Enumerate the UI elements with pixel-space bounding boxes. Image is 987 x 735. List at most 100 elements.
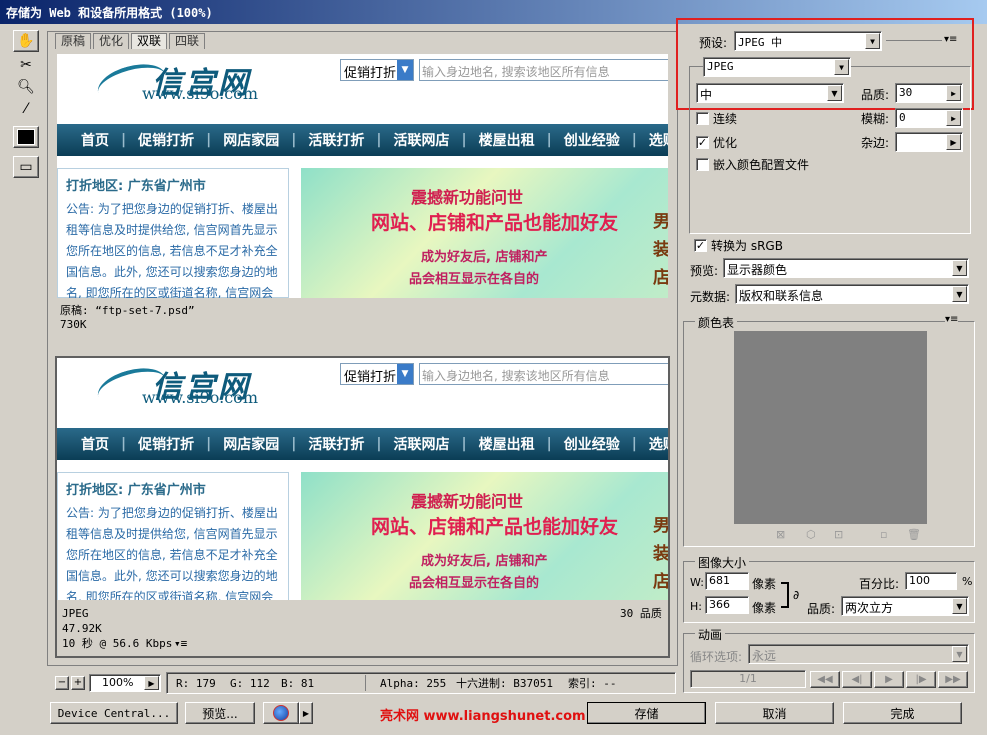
chevron-down-icon: ▼ — [834, 59, 849, 75]
nav-item: 首页 — [81, 437, 109, 453]
resample-quality-select[interactable]: 两次立方 ▼ — [841, 596, 969, 616]
banner-vertical-text: 男装店 — [653, 516, 668, 592]
embed-profile-label: 嵌入颜色配置文件 — [713, 158, 810, 172]
convert-srgb-checkbox[interactable]: ✓ — [694, 239, 707, 252]
last-frame-icon[interactable]: ▶▶ — [938, 671, 968, 688]
status-divider — [365, 675, 366, 691]
banner-line-1: 震撼新功能问世 — [411, 492, 524, 511]
nav-divider: | — [461, 132, 467, 148]
hand-tool-icon[interactable]: ✋ — [13, 30, 39, 52]
progressive-label: 连续 — [713, 112, 738, 126]
resample-quality-value: 两次立方 — [845, 601, 894, 615]
color-table-title: 颜色表 — [695, 314, 738, 331]
chevron-right-icon: ▶ — [144, 676, 159, 690]
play-icon[interactable]: ▶ — [874, 671, 904, 688]
site-sidebar: 打折地区: 广东省广州市 公告: 为了把您身边的促销打折、楼屋出租等信息及时提供… — [57, 472, 289, 600]
preview-value: 显示器颜色 — [727, 263, 788, 277]
quality-input[interactable]: 30 ▶ — [895, 83, 963, 103]
preset-select[interactable]: JPEG 中 ▼ — [734, 31, 882, 51]
zoom-tool-icon[interactable]: 🔍︎ — [13, 76, 39, 98]
site-banner: 震撼新功能问世 网站、店铺和产品也能加好友 成为好友后, 店铺和产 品会相互显示… — [301, 472, 668, 600]
site-nav: 首页 | 促销打折 | 网店家园 | 活联打折 | 活联网店 | 楼屋出租 | 创业经验 | … — [57, 124, 668, 156]
site-category-select: 促销打折 ▼ — [340, 363, 414, 385]
preview-pane-optimized[interactable]: 信宫网 www.si9o.com 促销打折 ▼ 输入身边地名, 搜索该地区所有信息… — [57, 358, 668, 600]
watermark-text: 亮术网 www.liangshunet.com — [380, 709, 586, 724]
eyedropper-tool-icon[interactable]: ⁄ — [13, 98, 39, 120]
zoom-out-button[interactable]: − — [55, 676, 69, 690]
trash-icon[interactable]: 🗑︎ — [907, 528, 921, 541]
zoom-in-button[interactable]: + — [71, 676, 85, 690]
cancel-button[interactable]: 取消 — [715, 702, 834, 724]
save-button[interactable]: 存储 — [587, 702, 706, 724]
height-input[interactable]: 366 — [705, 596, 749, 614]
matte-select[interactable]: ▶ — [895, 132, 963, 152]
nav-item: 选购常识 — [648, 133, 668, 149]
progressive-checkbox[interactable] — [696, 112, 709, 125]
quality-level-value: 中 — [700, 88, 713, 102]
preview-button[interactable]: 预览... — [185, 702, 255, 724]
banner-line-3: 成为好友后, 店铺和产 — [421, 250, 548, 265]
prev-frame-icon[interactable]: ◀| — [842, 671, 872, 688]
preview-select[interactable]: 显示器颜色 ▼ — [723, 258, 969, 278]
height-unit: 像素 — [752, 601, 777, 615]
next-frame-icon[interactable]: |▶ — [906, 671, 936, 688]
web-snap-icon[interactable]: ⬡ — [806, 528, 816, 541]
nav-item: 活联网店 — [393, 437, 450, 453]
map-transparent-icon[interactable]: ⊠ — [776, 528, 785, 541]
embed-profile-checkbox[interactable] — [696, 158, 709, 171]
width-input[interactable]: 681 — [705, 572, 749, 590]
site-category-select: 促销打折 ▼ — [340, 59, 414, 81]
first-frame-icon[interactable]: ◀◀ — [810, 671, 840, 688]
blur-input[interactable]: 0 ▶ — [895, 108, 963, 128]
optimized-label: 优化 — [713, 136, 738, 150]
loop-select[interactable]: 永远 ▼ — [748, 644, 969, 664]
status-hex: 十六进制: B37051 — [456, 677, 553, 690]
banner-line-2: 网站、店铺和产品也能加好友 — [371, 516, 619, 538]
optimize-menu-icon[interactable]: ▾≡ — [944, 34, 957, 45]
chevron-right-icon: ▶ — [946, 110, 961, 126]
color-table-menu-icon[interactable]: ▾≡ — [945, 314, 959, 325]
site-category-label: 促销打折 — [344, 66, 397, 81]
device-central-button[interactable]: Device Central... — [50, 702, 178, 724]
metadata-select[interactable]: 版权和联系信息 ▼ — [735, 284, 969, 304]
banner-line-1: 震撼新功能问世 — [411, 188, 524, 207]
download-time-menu-icon[interactable]: ▾≡ — [174, 637, 187, 650]
nav-divider: | — [291, 436, 297, 452]
link-icon[interactable]: ∂ — [793, 588, 799, 602]
status-g: G: 112 — [230, 677, 270, 690]
new-color-icon[interactable]: ▫ — [880, 528, 887, 541]
format-select[interactable]: JPEG ▼ — [703, 57, 851, 77]
preview-pane-original[interactable]: 信宫网 www.si9o.com 促销打折 ▼ 输入身边地名, 搜索该地区所有信息… — [57, 54, 668, 298]
metadata-value: 版权和联系信息 — [739, 289, 824, 303]
optimized-checkbox[interactable]: ✓ — [696, 136, 709, 149]
tab-optimized[interactable]: 优化 — [93, 33, 130, 49]
done-button[interactable]: 完成 — [843, 702, 962, 724]
nav-divider: | — [206, 436, 212, 452]
nav-divider: | — [376, 436, 382, 452]
site-category-label: 促销打折 — [344, 370, 397, 385]
percent-input[interactable]: 100 — [905, 572, 957, 590]
quality-level-select[interactable]: 中 ▼ — [696, 83, 844, 103]
percent-label: 百分比: — [859, 577, 900, 591]
nav-item: 促销打折 — [138, 133, 195, 149]
tab-original[interactable]: 原稿 — [55, 33, 92, 49]
browser-preview-button[interactable] — [263, 702, 299, 724]
site-search-input: 输入身边地名, 搜索该地区所有信息 — [419, 59, 668, 81]
site-banner: 震撼新功能问世 网站、店铺和产品也能加好友 成为好友后, 店铺和产 品会相互显示… — [301, 168, 668, 298]
toggle-slices-icon[interactable]: ▭ — [13, 156, 39, 178]
sidebar-text: 公告: 为了把您身边的促销打折、楼屋出租等信息及时提供给您, 信宫网首先显示您所… — [66, 506, 278, 600]
nav-item: 楼屋出租 — [478, 133, 535, 149]
tab-4up[interactable]: 四联 — [169, 33, 206, 49]
quality-value: 30 — [899, 86, 913, 99]
nav-divider: | — [631, 132, 637, 148]
chevron-down-icon: ▼ — [952, 598, 967, 614]
browser-menu-button[interactable]: ▶ — [299, 702, 313, 724]
loop-label: 循环选项: — [690, 650, 743, 664]
lock-icon[interactable]: ⊡ — [834, 528, 843, 541]
logo-url: www.si9o.com — [142, 388, 258, 407]
eyedropper-color-swatch[interactable] — [13, 126, 39, 148]
zoom-level-combo[interactable]: 100% ▶ — [89, 674, 161, 692]
banner-line-4: 品会相互显示在各自的 — [409, 272, 540, 287]
tab-2up[interactable]: 双联 — [131, 33, 168, 49]
slice-select-tool-icon[interactable]: ✂ — [13, 54, 39, 76]
